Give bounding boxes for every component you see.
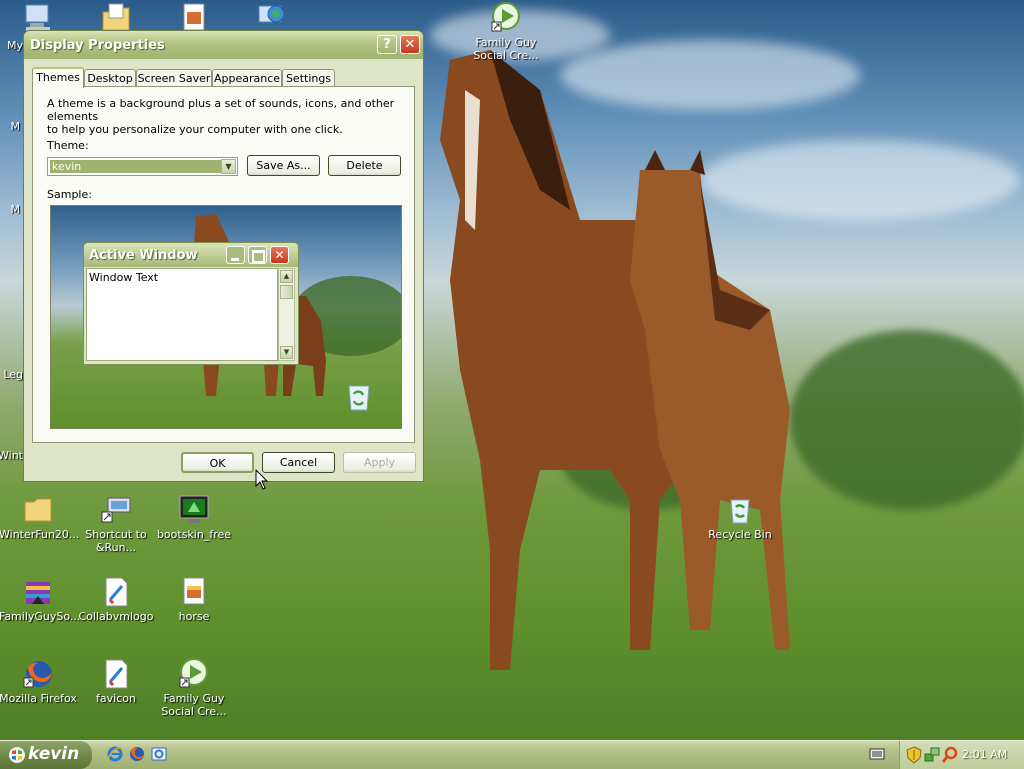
desktop-icon-label: bootskin_free — [156, 528, 232, 541]
start-label: kevin — [28, 744, 80, 764]
firefox-icon[interactable] — [129, 746, 145, 762]
help-button[interactable]: ? — [377, 35, 397, 54]
show-desktop-icon[interactable] — [151, 746, 167, 762]
keyboard-language-icon[interactable] — [869, 747, 885, 761]
desktop-icon-favicon[interactable]: favicon — [77, 658, 155, 705]
theme-select-value: kevin — [50, 160, 221, 173]
desktop-icon-familyguyso[interactable]: FamilyGuySo... — [0, 576, 81, 623]
desktop-icon-winterfun[interactable]: WinterFun20... — [0, 494, 80, 541]
help-icon: ? — [383, 37, 391, 52]
desktop-icon-label-fragment: Leg — [3, 368, 23, 381]
desktop-icon-label: WinterFun20... — [0, 528, 80, 541]
desktop: My Family Guy Social Cre... M M Leg Wint… — [0, 0, 1024, 740]
image-file-icon — [178, 576, 210, 608]
sample-window-body: Window Text — [86, 268, 278, 361]
mouse-cursor-icon — [255, 469, 269, 490]
windows-logo-icon — [9, 747, 25, 763]
theme-label: Theme: — [47, 139, 89, 152]
desktop-icon-label-fragment: Wint — [0, 449, 23, 462]
chevron-down-icon[interactable]: ▼ — [221, 159, 236, 174]
media-player-icon — [178, 658, 210, 690]
cancel-button[interactable]: Cancel — [262, 452, 335, 473]
internet-explorer-icon[interactable] — [107, 746, 123, 762]
desktop-icon-family-guy-bottom[interactable]: Family Guy Social Cre... — [155, 658, 233, 718]
desktop-icon-label-fragment: M — [10, 203, 21, 216]
desktop-icon-recycle-bin[interactable]: Recycle Bin — [701, 494, 779, 541]
dialog-title-bar[interactable]: Display Properties ? ✕ — [24, 31, 423, 59]
desktop-icon-collabvmlogo[interactable]: Collabvmlogo — [77, 576, 155, 623]
tab-settings[interactable]: Settings — [282, 69, 335, 87]
media-player-icon — [490, 2, 522, 34]
sample-label: Sample: — [47, 188, 92, 201]
image-file-icon — [100, 576, 132, 608]
scroll-up-icon: ▲ — [280, 270, 293, 283]
desktop-icon-firefox[interactable]: Mozilla Firefox — [0, 658, 77, 705]
description-line: to help you personalize your computer wi… — [47, 123, 343, 136]
desktop-icon-label: Shortcut to &Run... — [85, 528, 147, 554]
sample-recycle-bin-icon — [348, 385, 370, 411]
scroll-thumb — [280, 285, 293, 299]
security-shield-icon[interactable] — [906, 746, 922, 764]
sample-window-text: Window Text — [89, 271, 159, 284]
firefox-icon — [22, 658, 54, 690]
start-button[interactable]: kevin — [0, 741, 92, 769]
minimize-icon — [226, 246, 245, 264]
clock[interactable]: 2:01 AM — [962, 748, 1007, 761]
theme-sample-preview: Active Window ✕ Window Text ▲ ▼ — [50, 205, 402, 429]
sample-scrollbar: ▲ ▼ — [278, 268, 295, 361]
desktop-icon-label: Mozilla Firefox — [0, 692, 77, 705]
desktop-icon-shortcut-run[interactable]: Shortcut to &Run... — [77, 494, 155, 554]
desktop-icon-label: FamilyGuySo... — [0, 610, 81, 623]
run-shortcut-icon — [100, 494, 132, 526]
apply-button[interactable]: Apply — [343, 452, 416, 473]
desktop-icon-bootskin[interactable]: bootskin_free — [155, 494, 233, 541]
dialog-title: Display Properties — [30, 38, 165, 53]
search-icon[interactable] — [942, 746, 958, 764]
tab-themes[interactable]: Themes — [32, 67, 84, 88]
image-file-icon — [100, 658, 132, 690]
desktop-icon-label: Recycle Bin — [708, 528, 772, 541]
desktop-icon-label: Family Guy Social Cre... — [161, 692, 227, 718]
network-icon[interactable] — [924, 746, 940, 764]
folder-icon — [22, 494, 54, 526]
sample-window-title: Active Window — [89, 248, 198, 263]
theme-select[interactable]: kevin ▼ — [47, 157, 238, 176]
desktop-icon-label: favicon — [96, 692, 136, 705]
maximize-icon — [248, 246, 267, 264]
tab-screen-saver[interactable]: Screen Saver — [136, 69, 212, 87]
desktop-icon-label: Collabvmlogo — [78, 610, 154, 623]
recycle-bin-icon — [724, 494, 756, 526]
trees — [790, 330, 1024, 510]
taskbar: kevin 2:01 AM — [0, 740, 1024, 769]
horse-wallpaper — [440, 50, 790, 670]
desktop-icon-label: horse — [178, 610, 210, 623]
desktop-icon-family-guy-top[interactable]: Family Guy Social Cre... — [467, 2, 545, 62]
sample-active-window: Active Window ✕ Window Text ▲ ▼ — [83, 242, 299, 365]
desktop-icon-label-fragment: M — [10, 120, 21, 133]
tab-desktop[interactable]: Desktop — [84, 69, 136, 87]
save-as-button[interactable]: Save As... — [247, 155, 320, 176]
desktop-icon-horse[interactable]: horse — [155, 576, 233, 623]
themes-panel: A theme is a background plus a set of so… — [32, 86, 415, 443]
close-icon: ✕ — [404, 37, 416, 52]
desktop-icon-label: Family Guy Social Cre... — [473, 36, 539, 62]
tab-appearance[interactable]: Appearance — [212, 69, 282, 87]
delete-button[interactable]: Delete — [328, 155, 401, 176]
theme-description: A theme is a background plus a set of so… — [47, 97, 414, 136]
ok-button[interactable]: OK — [181, 452, 254, 473]
desktop-icon-label: My — [7, 39, 24, 52]
archive-icon — [22, 576, 54, 608]
description-line: A theme is a background plus a set of so… — [47, 97, 395, 123]
close-icon: ✕ — [270, 246, 289, 264]
sample-title-bar: Active Window ✕ — [84, 243, 298, 267]
system-tray: 2:01 AM — [899, 741, 1024, 769]
monitor-icon — [178, 494, 210, 526]
display-properties-dialog: Display Properties ? ✕ Themes Desktop Sc… — [23, 30, 424, 482]
scroll-down-icon: ▼ — [280, 346, 293, 359]
close-button[interactable]: ✕ — [400, 35, 420, 54]
